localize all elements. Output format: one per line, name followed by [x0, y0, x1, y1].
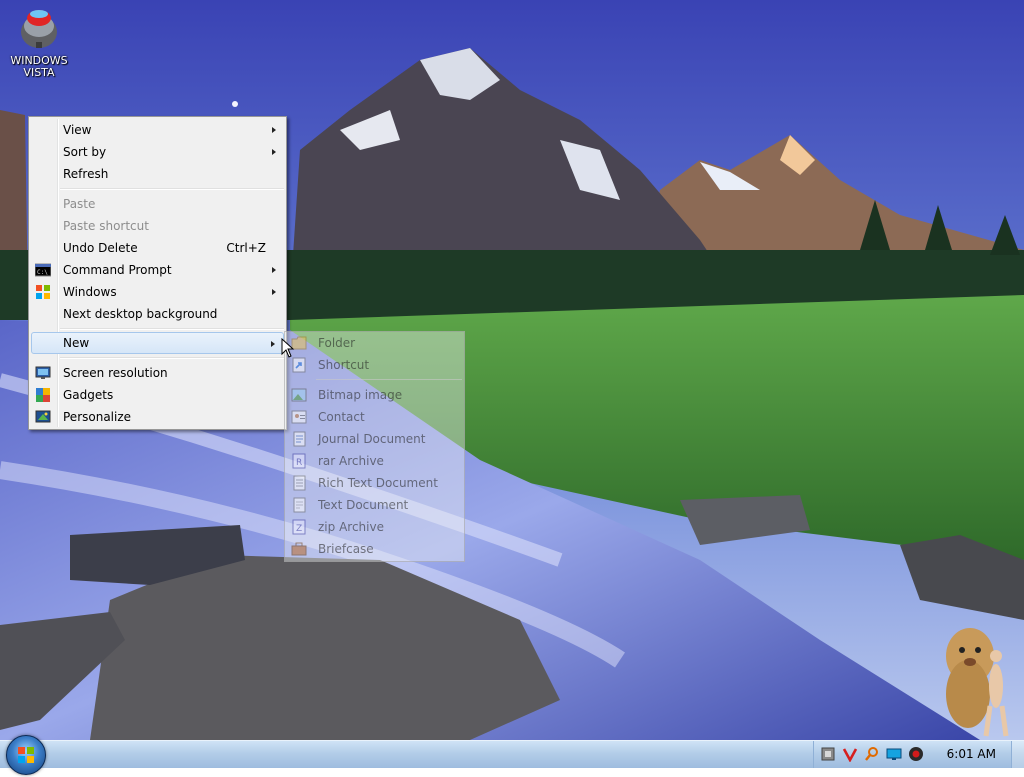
svg-text:C:\: C:\ [37, 269, 48, 276]
shortcut-icon [292, 357, 306, 373]
show-desktop-button[interactable] [1011, 741, 1024, 768]
menu-item-label: Gadgets [63, 388, 114, 402]
new-item-text-document[interactable]: Text Document [287, 494, 462, 516]
menu-item-windows[interactable]: Windows [31, 281, 284, 303]
submenu-arrow-icon [271, 341, 275, 347]
briefcase-icon [291, 542, 307, 556]
new-item-rar-archive[interactable]: R rar Archive [287, 450, 462, 472]
menu-item-label: Personalize [63, 410, 132, 424]
submenu-arrow-icon [272, 267, 276, 273]
new-item-label: zip Archive [318, 520, 384, 534]
rtf-icon [293, 475, 306, 491]
menu-item-label: Undo Delete [63, 241, 138, 255]
windows-flag-icon [36, 285, 50, 299]
desktop-mascot-icon [946, 628, 1009, 737]
menu-item-undo-delete[interactable]: Undo Delete Ctrl+Z [31, 237, 284, 259]
text-document-icon [293, 497, 306, 513]
menu-item-label: Paste shortcut [63, 219, 149, 233]
desktop-context-menu: View Sort by Refresh Paste Paste shortcu… [28, 116, 287, 430]
menu-item-gadgets[interactable]: Gadgets [31, 384, 284, 406]
tray-media-icon[interactable] [908, 746, 924, 762]
monitor-icon [35, 366, 51, 379]
tray-antivirus-icon[interactable] [842, 746, 858, 762]
new-item-label: Rich Text Document [318, 476, 438, 490]
new-item-label: Briefcase [318, 542, 374, 556]
new-item-label: Journal Document [318, 432, 426, 446]
windows-logo-icon [18, 747, 34, 763]
menu-item-next-desktop-background[interactable]: Next desktop background [31, 303, 284, 325]
journal-icon [293, 431, 306, 447]
menu-item-label: Refresh [63, 167, 109, 181]
menu-item-view[interactable]: View [31, 119, 284, 141]
menu-item-refresh[interactable]: Refresh [31, 163, 284, 185]
menu-separator [60, 357, 284, 359]
menu-item-paste-shortcut: Paste shortcut [31, 215, 284, 237]
new-item-shortcut[interactable]: Shortcut [287, 354, 462, 376]
command-prompt-icon: C:\ [35, 263, 51, 277]
new-item-label: rar Archive [318, 454, 384, 468]
new-item-label: Text Document [318, 498, 409, 512]
menu-item-label: Paste [63, 197, 96, 211]
personalize-icon [35, 410, 51, 423]
new-item-zip-archive[interactable]: Z zip Archive [287, 516, 462, 538]
zip-icon: Z [292, 519, 306, 535]
vista-ball-icon [21, 10, 57, 48]
contact-icon [291, 410, 307, 424]
menu-item-label: Sort by [63, 145, 107, 159]
gadgets-icon [36, 388, 50, 402]
new-item-contact[interactable]: Contact [287, 406, 462, 428]
svg-text:Z: Z [296, 524, 302, 534]
menu-item-label: Screen resolution [63, 366, 168, 380]
new-item-bitmap-image[interactable]: Bitmap image [287, 384, 462, 406]
menu-separator [316, 379, 462, 380]
menu-item-label: View [63, 123, 92, 137]
submenu-arrow-icon [272, 149, 276, 155]
new-item-label: Bitmap image [318, 388, 403, 402]
new-item-label: Shortcut [318, 358, 370, 372]
menu-item-paste: Paste [31, 193, 284, 215]
start-button[interactable] [6, 735, 46, 775]
tray-monitor-icon[interactable] [886, 746, 902, 762]
menu-item-new[interactable]: New [31, 332, 284, 354]
menu-item-label: Next desktop background [63, 307, 218, 321]
system-tray: 6:01 AM [813, 741, 1024, 768]
menu-separator [60, 188, 284, 190]
menu-separator [60, 328, 284, 330]
menu-item-sort-by[interactable]: Sort by [31, 141, 284, 163]
desktop-icon-windows-vista[interactable]: WINDOWS VISTA [6, 4, 72, 79]
new-item-folder[interactable]: Folder [287, 332, 462, 354]
new-item-label: Folder [318, 336, 356, 350]
submenu-arrow-icon [272, 127, 276, 133]
menu-item-label: New [63, 336, 90, 350]
new-item-briefcase[interactable]: Briefcase [287, 538, 462, 560]
menu-item-label: Command Prompt [63, 263, 172, 277]
new-item-label: Contact [318, 410, 365, 424]
menu-item-shortcut: Ctrl+Z [226, 241, 266, 255]
new-item-journal-document[interactable]: Journal Document [287, 428, 462, 450]
new-submenu: Folder Shortcut Bitmap image Contact Jou… [284, 331, 465, 562]
submenu-arrow-icon [272, 289, 276, 295]
desktop-icon-label: WINDOWS VISTA [10, 54, 68, 79]
svg-text:R: R [296, 458, 302, 468]
rar-icon: R [292, 453, 306, 469]
taskbar-clock[interactable]: 6:01 AM [947, 741, 996, 768]
menu-item-screen-resolution[interactable]: Screen resolution [31, 362, 284, 384]
new-item-rich-text-document[interactable]: Rich Text Document [287, 472, 462, 494]
menu-item-personalize[interactable]: Personalize [31, 406, 284, 428]
tray-tool-icon[interactable] [820, 746, 836, 762]
bitmap-icon [291, 388, 307, 402]
taskbar: 6:01 AM [0, 735, 1024, 775]
mouse-pointer-icon [281, 338, 295, 358]
menu-item-label: Windows [63, 285, 117, 299]
tray-search-icon[interactable] [864, 746, 880, 762]
menu-item-command-prompt[interactable]: C:\ Command Prompt [31, 259, 284, 281]
